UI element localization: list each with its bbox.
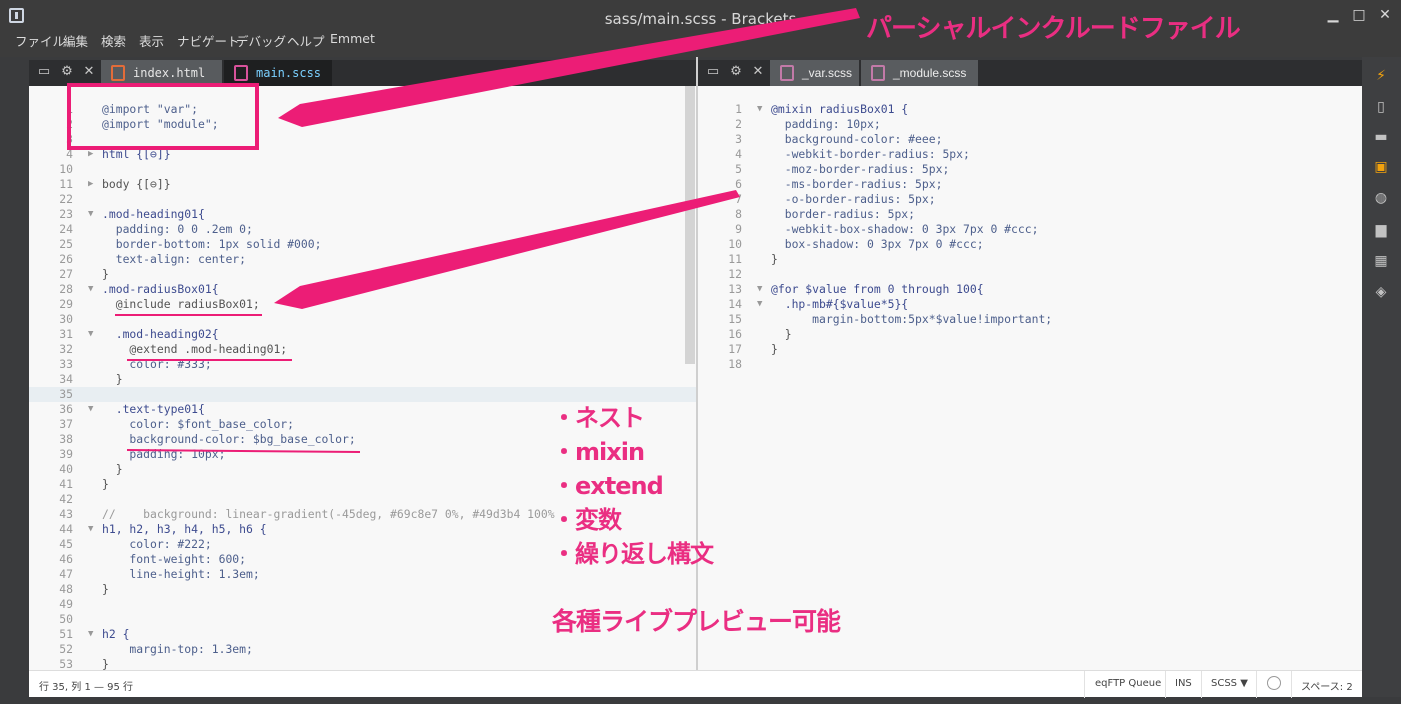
annotation-variable: ・変数 bbox=[552, 506, 622, 534]
annotation-loop: ・繰り返し構文 bbox=[552, 540, 714, 568]
annotation-partial-include: パーシャルインクルードファイル bbox=[866, 14, 1241, 44]
underline-variable bbox=[126, 449, 361, 453]
annotation-nest: ・ネスト bbox=[552, 404, 645, 432]
arrow-to-imports bbox=[278, 8, 860, 127]
arrow-to-include bbox=[274, 190, 740, 309]
annotation-live-preview: 各種ライブプレビュー可能 bbox=[552, 607, 841, 636]
annotation-mixin: ・mixin bbox=[552, 438, 645, 466]
annotation-overlay bbox=[115, 8, 860, 453]
annotation-extend: ・extend bbox=[552, 472, 664, 500]
